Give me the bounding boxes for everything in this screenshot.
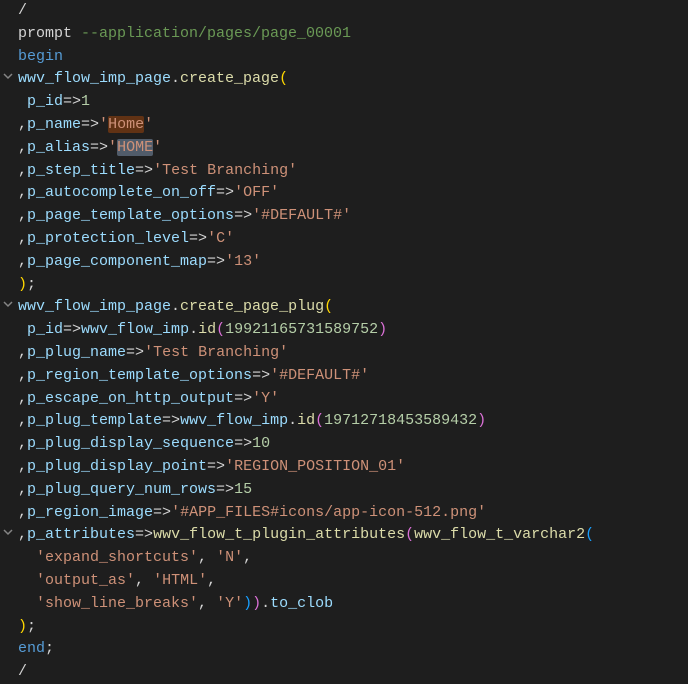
code-line: ,p_step_title=>'Test Branching' [0, 160, 688, 183]
func: create_page [180, 70, 279, 87]
begin-keyword: begin [18, 48, 63, 65]
code-line: ,p_region_template_options=>'#DEFAULT#' [0, 365, 688, 388]
code-line: / [0, 0, 688, 23]
code-line: ,p_name=>'Home' [0, 114, 688, 137]
code-line: ,p_region_image=>'#APP_FILES#icons/app-i… [0, 502, 688, 525]
code-line: ,p_attributes=>wwv_flow_t_plugin_attribu… [0, 524, 688, 547]
code-line: wwv_flow_imp_page.create_page_plug( [0, 296, 688, 319]
code-line: ,p_alias=>'HOME' [0, 137, 688, 160]
code-line: end; [0, 638, 688, 661]
code-line: ); [0, 274, 688, 297]
fold-chevron-icon[interactable] [2, 526, 14, 538]
code-line: begin [0, 46, 688, 69]
code-line: ,p_plug_display_sequence=>10 [0, 433, 688, 456]
code-editor[interactable]: / prompt --application/pages/page_00001 … [0, 0, 688, 684]
prompt-arg: --application/pages/page_00001 [72, 25, 351, 42]
slash: / [18, 2, 27, 19]
object: wwv_flow_imp_page [18, 70, 171, 87]
code-line: ,p_plug_query_num_rows=>15 [0, 479, 688, 502]
prompt-keyword: prompt [18, 25, 72, 42]
highlight-home: Home [108, 116, 144, 133]
code-line: ,p_plug_name=>'Test Branching' [0, 342, 688, 365]
code-line: wwv_flow_imp_page.create_page( [0, 68, 688, 91]
code-line: ,p_page_template_options=>'#DEFAULT#' [0, 205, 688, 228]
code-line: ); [0, 616, 688, 639]
code-line: ,p_protection_level=>'C' [0, 228, 688, 251]
fold-chevron-icon[interactable] [2, 70, 14, 82]
fold-chevron-icon[interactable] [2, 298, 14, 310]
code-line: ,p_plug_display_point=>'REGION_POSITION_… [0, 456, 688, 479]
code-line: ,p_autocomplete_on_off=>'OFF' [0, 182, 688, 205]
code-line: prompt --application/pages/page_00001 [0, 23, 688, 46]
highlight-home-alias: HOME [117, 139, 153, 156]
code-line: 'expand_shortcuts', 'N', [0, 547, 688, 570]
code-line: / [0, 661, 688, 684]
code-line: 'show_line_breaks', 'Y')).to_clob [0, 593, 688, 616]
code-line: ,p_escape_on_http_output=>'Y' [0, 388, 688, 411]
code-line: ,p_page_component_map=>'13' [0, 251, 688, 274]
code-line: ,p_plug_template=>wwv_flow_imp.id(197127… [0, 410, 688, 433]
code-line: p_id=>1 [0, 91, 688, 114]
code-line: p_id=>wwv_flow_imp.id(19921165731589752) [0, 319, 688, 342]
code-line: 'output_as', 'HTML', [0, 570, 688, 593]
end-keyword: end [18, 640, 45, 657]
